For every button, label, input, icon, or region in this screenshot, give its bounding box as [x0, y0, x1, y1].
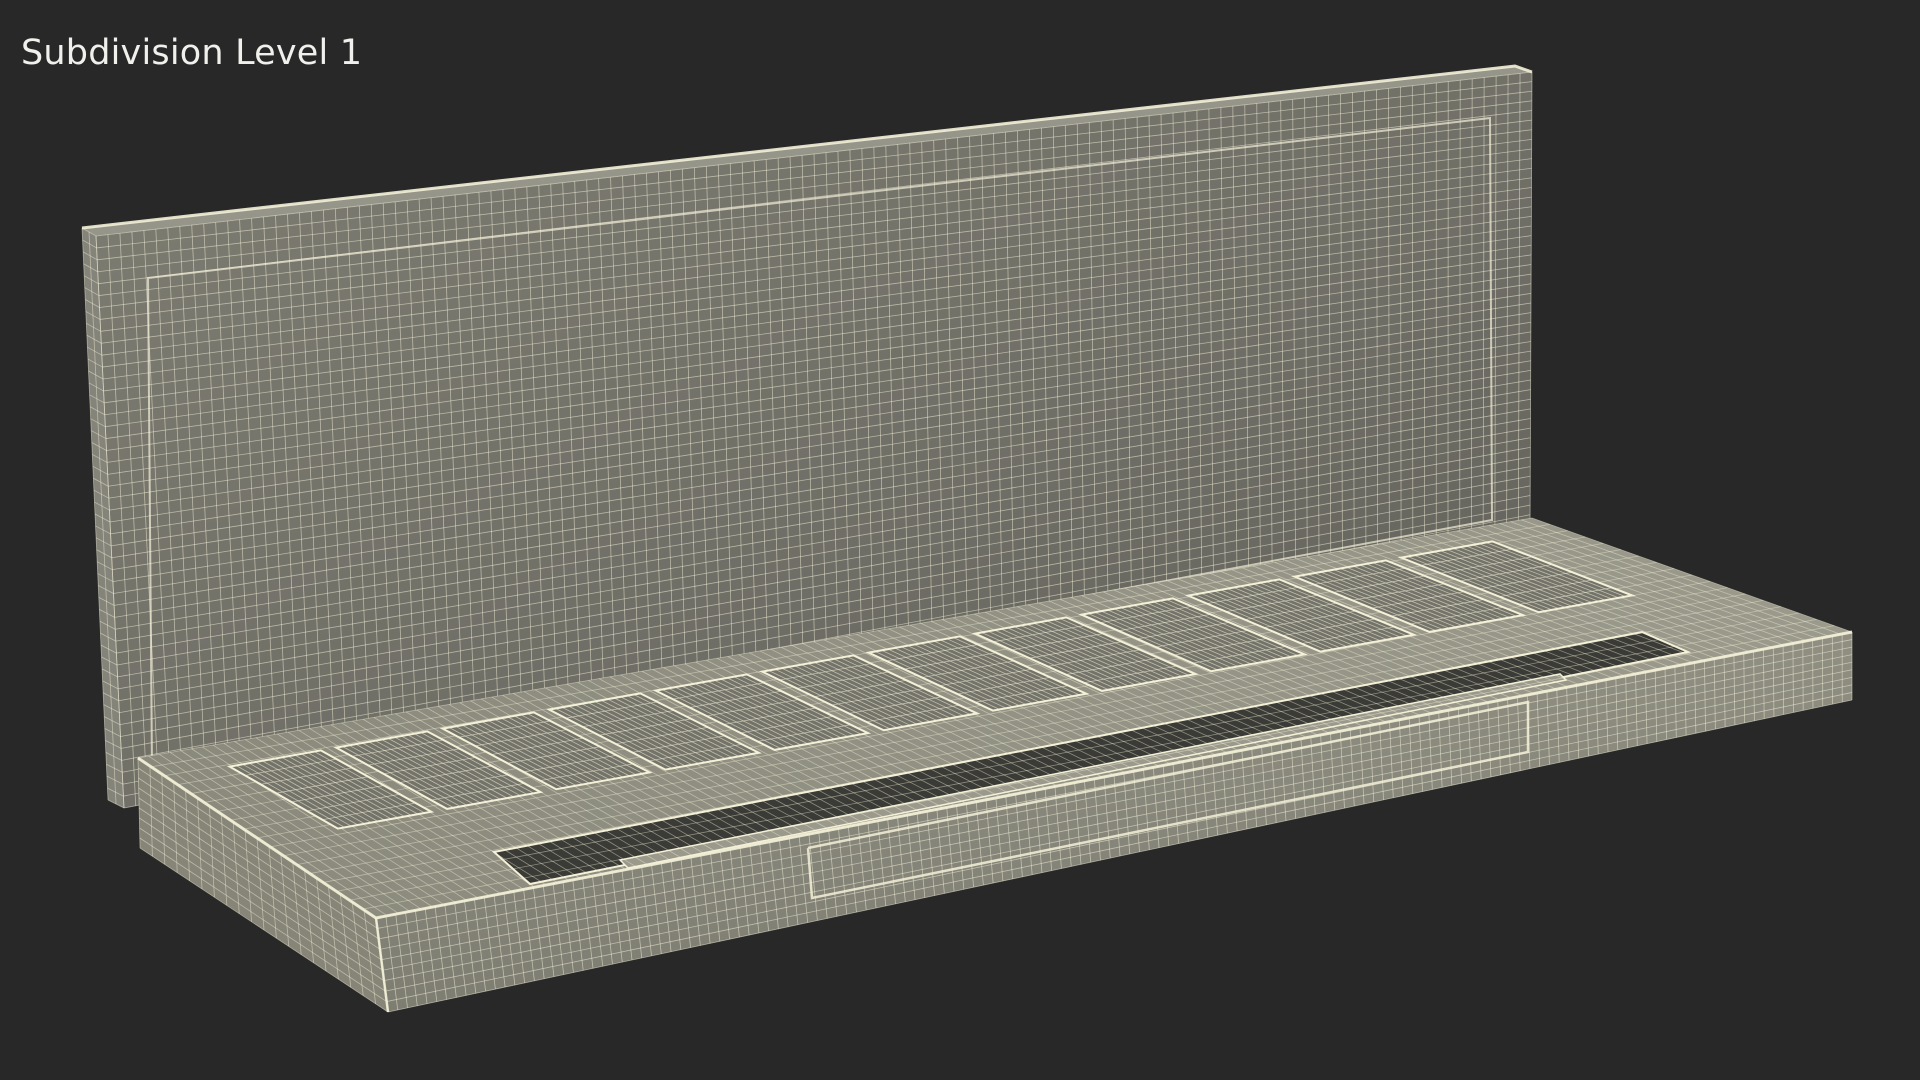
wireframe-render	[81, 64, 1853, 1013]
viewport: Subdivision Level 1	[0, 0, 1920, 1080]
subdivision-level-label: Subdivision Level 1	[21, 33, 363, 73]
mesh-edge	[1782, 645, 1785, 715]
